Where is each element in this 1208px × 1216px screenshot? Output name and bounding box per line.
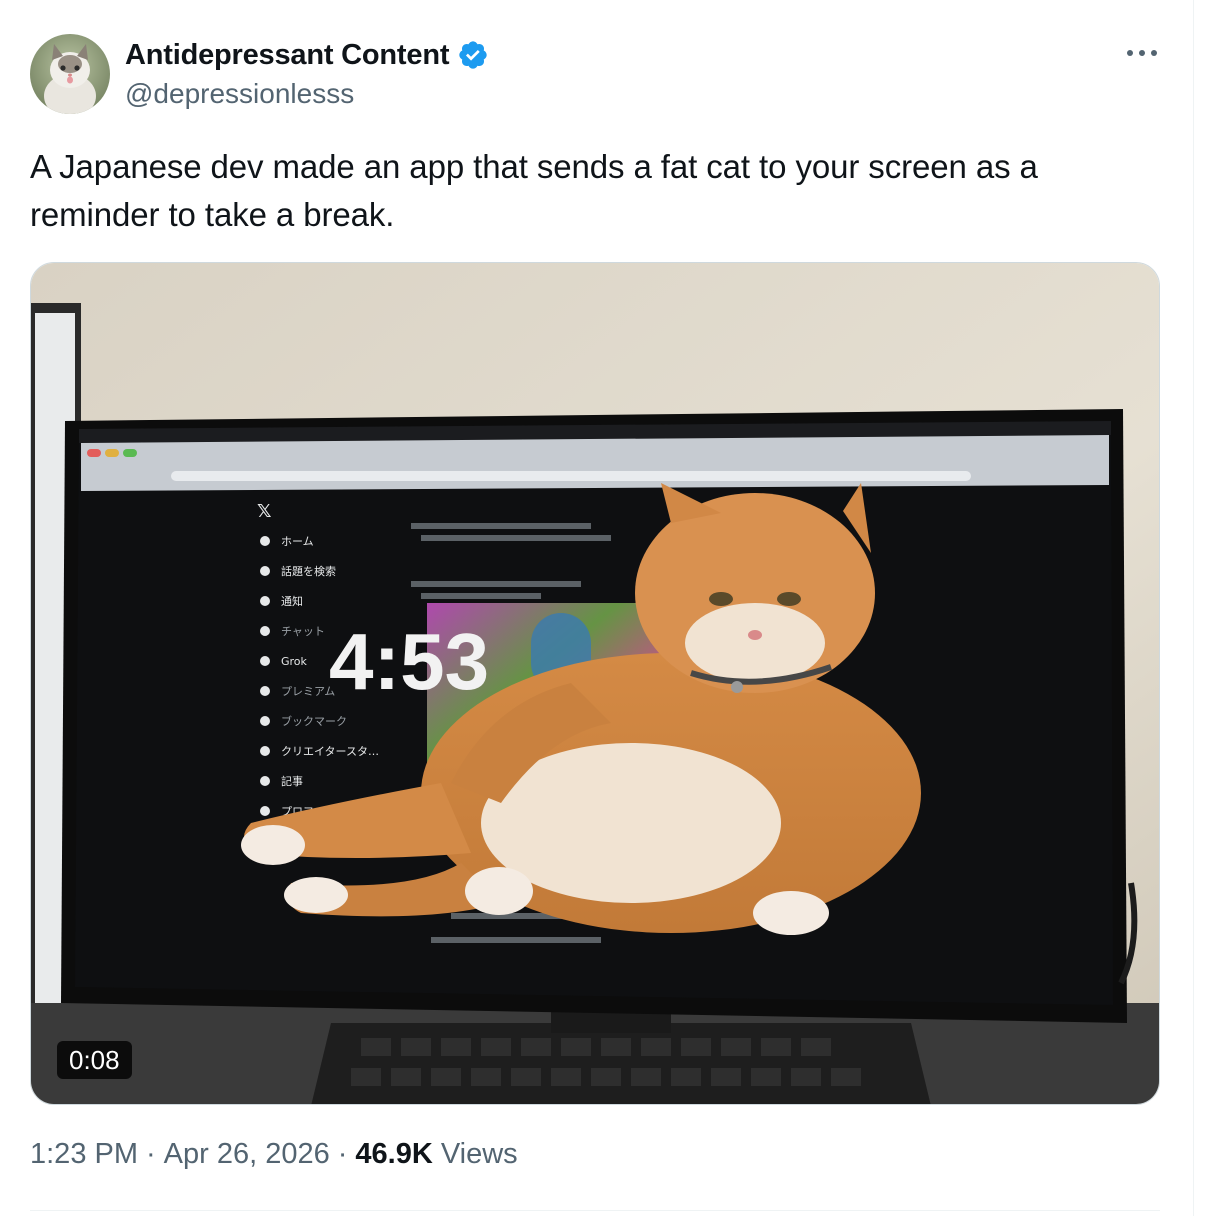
column-divider [1193,0,1194,1216]
more-options-button[interactable] [1120,38,1164,68]
tweet-page: Antidepressant Content @depressionlesss … [0,0,1208,1216]
screen-timer-text: 4:53 [329,617,489,706]
meta-separator: · [337,1138,348,1170]
meta-separator: · [146,1138,156,1170]
svg-text:𝕏: 𝕏 [257,501,272,522]
video-duration-badge: 0:08 [57,1041,132,1079]
video-thumbnail: 𝕏 ホーム 話題を検索 通知 チャット Grok プレミアム ブックマーク クリ… [31,263,1159,1104]
screen-sidebar-item: チャット [281,625,325,638]
screen-sidebar-item: 話題を検索 [281,564,336,578]
views-label: Views [440,1138,518,1170]
screen-sidebar-item: クリエイタースタ… [281,745,379,758]
author-handle[interactable]: @depressionlesss [125,78,354,110]
tweet-text: A Japanese dev made an app that sends a … [30,148,1038,233]
bottom-divider [30,1210,1160,1211]
tweet-meta: 1:23 PM · Apr 26, 2026 · 46.9K Views [30,1138,518,1171]
screen-sidebar-item: 記事 [281,774,303,788]
author-display-name[interactable]: Antidepressant Content [125,39,449,72]
views-count: 46.9K [355,1138,433,1170]
tweet-date[interactable]: Apr 26, 2026 [164,1138,330,1171]
screen-sidebar-item: Grok [281,655,308,668]
verified-badge-icon[interactable] [457,39,489,71]
video-player[interactable]: 𝕏 ホーム 話題を検索 通知 チャット Grok プレミアム ブックマーク クリ… [30,262,1160,1105]
author-avatar[interactable] [30,34,110,114]
avatar-cat-image [30,34,110,114]
screen-sidebar-item: プレミアム [281,685,335,698]
author-name-row: Antidepressant Content [125,36,489,74]
more-options-icon [1127,50,1157,56]
screen-sidebar-item: 通知 [281,594,303,608]
screen-sidebar-item: ホーム [281,535,314,548]
tweet-time[interactable]: 1:23 PM [30,1138,138,1171]
screen-sidebar-item: ブックマーク [281,714,347,728]
